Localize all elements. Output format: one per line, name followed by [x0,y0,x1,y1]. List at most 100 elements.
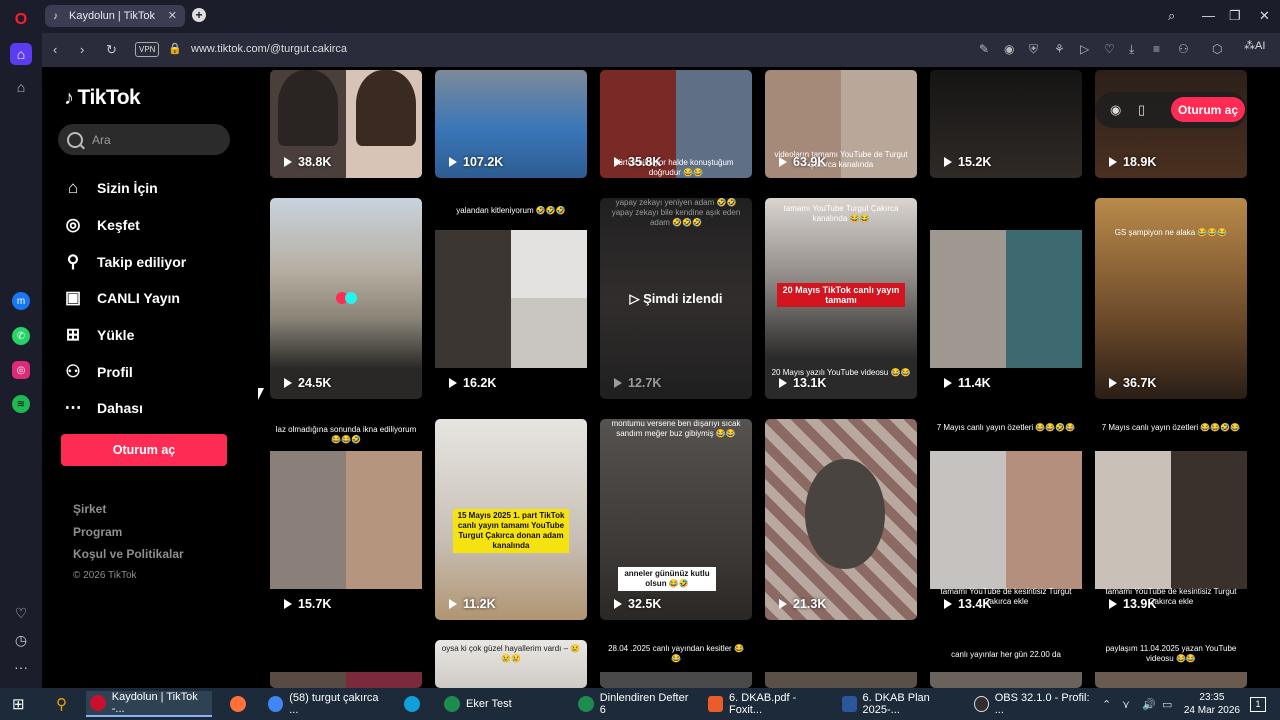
video-card[interactable]: 11.4K [930,198,1082,399]
taskbar-item-firefox[interactable] [226,691,252,717]
heart-icon[interactable]: ♡ [1104,42,1115,56]
home-workspace-icon[interactable]: ⌂ [10,43,32,65]
play-icon [779,157,787,167]
video-card[interactable] [270,640,422,688]
video-card[interactable]: 15.2K [930,70,1082,178]
tray-expand-icon[interactable]: ⌃ [1098,691,1111,717]
kittens-image [805,459,885,569]
video-card[interactable]: 24.5K [270,198,422,399]
taskbar-item-foxit[interactable]: 6. DKAB.pdf - Foxit... [704,691,826,717]
battery-icon[interactable]: ▭ [1158,691,1172,717]
login-top-button[interactable]: Oturum aç [1171,97,1245,122]
video-card[interactable]: laz olmadığına sonunda ikna ediliyorum 😂… [270,419,422,620]
coin-icon[interactable]: ◉ [1110,102,1121,118]
profile-icon[interactable]: ⚇ [1178,42,1189,56]
footer-link-program[interactable]: Program [73,525,184,548]
video-card[interactable]: paylaşım 11.04.2025 yazan YouTube videos… [1095,640,1247,688]
edit-icon[interactable]: ✎ [979,42,989,56]
nav-item-profile[interactable]: ⚇ Profil [62,353,186,390]
video-card[interactable]: 7 Mayıs canlı yayın özetleri 😂😂🤣😂 tamamı… [930,419,1082,620]
video-card[interactable] [765,640,917,688]
nav-item-following[interactable]: ⚲ Takip ediliyor [62,243,186,280]
download-icon[interactable]: ⤓ [1129,42,1134,57]
video-card[interactable]: 15 Mayıs 2025 1. part TikTok canlı yayın… [435,419,587,620]
volume-icon[interactable]: 🔊 [1138,691,1156,717]
nav-item-more[interactable]: ⋯ Dahası [62,390,186,427]
video-card[interactable]: oysa ki çok güzel hayallerim vardı – 😢😢😢 [435,640,587,688]
nav-item-explore[interactable]: ◎ Keşfet [62,207,186,244]
video-card[interactable]: yapay zekayı yeniyen adam 🤣🤣 yapay zekay… [600,198,752,399]
video-card[interactable]: yalandan kitleniyorum 🤣🤣🤣 16.2K [435,198,587,399]
taskbar-item-tiktok[interactable]: Kaydolun | TikTok -... [86,691,212,717]
vpn-badge[interactable]: VPN [135,42,160,57]
play-icon [449,157,457,167]
split-panel [930,672,1082,688]
taskbar-item-word[interactable]: 6. DKAB Plan 2025-... [838,691,960,717]
forward-button[interactable]: › [80,42,84,57]
network-icon[interactable]: ⋎ [1118,691,1130,717]
video-caption: canlı yayınlar her gün 22.00 da [951,650,1061,659]
favorites-icon[interactable]: ♡ [10,602,32,624]
player-icon[interactable]: ▷ [1080,42,1089,56]
taskbar-item-eker[interactable]: Eker Test [440,691,562,717]
cube-icon[interactable]: ⬡ [1212,42,1222,56]
windows-taskbar: ⊞ ⚲ Kaydolun | TikTok -... (58) turgut ç… [0,688,1280,720]
nav-item-for-you[interactable]: ⌂ Sizin İçin [62,170,186,207]
video-card[interactable]: 38.8K [270,70,422,178]
maximize-button[interactable]: ❐ [1229,8,1241,24]
messenger-icon[interactable]: m [12,292,30,310]
video-card[interactable]: 7 Mayıs canlı yayın özetleri 😂😂🤣😂 tamamı… [1095,419,1247,620]
video-card[interactable]: 28.04 .2025 canlı yayından kesitler 😂😂 [600,640,752,688]
system-clock[interactable]: 23:35 24 Mar 2026 [1184,691,1240,717]
login-button[interactable]: Oturum aç [61,434,227,466]
whatsapp-icon[interactable]: ✆ [12,327,30,345]
search-bar[interactable] [58,124,230,155]
close-tab-icon[interactable]: ✕ [168,9,177,22]
menu-icon[interactable]: ≡ [1153,42,1160,56]
instagram-icon[interactable]: ◎ [12,361,30,379]
video-card[interactable]: tamamı YouTube Turgut Çakırca kanalında … [765,198,917,399]
search-icon[interactable]: ⚲ [52,691,67,717]
notification-button[interactable]: 1 [1246,691,1266,717]
browser-tab[interactable]: ♪ Kaydolun | TikTok ✕ [45,5,185,27]
back-button[interactable]: ‹ [53,42,57,57]
search-tabs-icon[interactable]: ⌕ [1168,8,1175,24]
shield-icon[interactable]: ⛨ [1029,42,1038,57]
camera-icon[interactable]: ◉ [1004,42,1014,56]
video-card[interactable]: ürtçe bilmiyor halde konuştuğum doğrudur… [600,70,752,178]
history-icon[interactable]: ◷ [10,629,32,651]
taskbar-item-edge[interactable] [400,691,426,717]
nav-item-upload[interactable]: ⊞ Yükle [62,317,186,354]
extensions-icon[interactable]: ⚘ [1054,42,1065,56]
more-options-icon[interactable]: ··· [10,656,32,678]
mobile-icon[interactable]: ▯ [1138,102,1145,118]
new-tab-button[interactable]: + [192,8,206,22]
video-card[interactable]: canlı yayınlar her gün 22.00 da [930,640,1082,688]
split-panel [270,672,346,688]
lock-icon[interactable]: 🔒 [168,42,182,55]
spotify-icon[interactable]: ≋ [12,395,30,413]
video-card[interactable]: montumu versene ben dışarıyı sıcak sandı… [600,419,752,620]
pinboard-icon[interactable]: ⌂ [10,76,32,98]
ai-button[interactable]: ⁂AI [1244,39,1274,61]
tiktok-logo[interactable]: ♪ TikTok [64,86,141,110]
search-input[interactable] [92,132,212,147]
split-panel [511,298,587,368]
minimize-button[interactable]: — [1202,8,1215,23]
windows-start-icon[interactable]: ⊞ [8,691,25,717]
video-card[interactable]: GS şampiyon ne alaka 😂😂😂 36.7K [1095,198,1247,399]
video-card[interactable]: 107.2K [435,70,587,178]
video-card[interactable]: 21.3K [765,419,917,620]
taskbar-item-obs[interactable]: OBS 32.1.0 - Profil: ... [970,691,1092,717]
reload-button[interactable]: ↻ [106,42,117,58]
nav-item-live[interactable]: ▣ CANLI Yayın [62,280,186,317]
taskbar-item-chrome[interactable]: (58) turgut çakırca ... [264,691,386,717]
footer-link-company[interactable]: Şirket [73,502,184,525]
video-card[interactable]: videoların tamamı YouTube de Turgut Çakı… [765,70,917,178]
close-window-button[interactable]: ✕ [1259,8,1270,24]
taskbar-item-defter[interactable]: Dinlendiren Defter 6 [574,691,696,717]
footer-link-terms[interactable]: Koşul ve Politikalar [73,547,184,570]
opera-logo-icon[interactable]: O [10,9,32,31]
url-field[interactable]: www.tiktok.com/@turgut.cakirca [191,43,347,55]
sidebar-footer: Şirket Program Koşul ve Politikalar © 20… [73,502,184,592]
